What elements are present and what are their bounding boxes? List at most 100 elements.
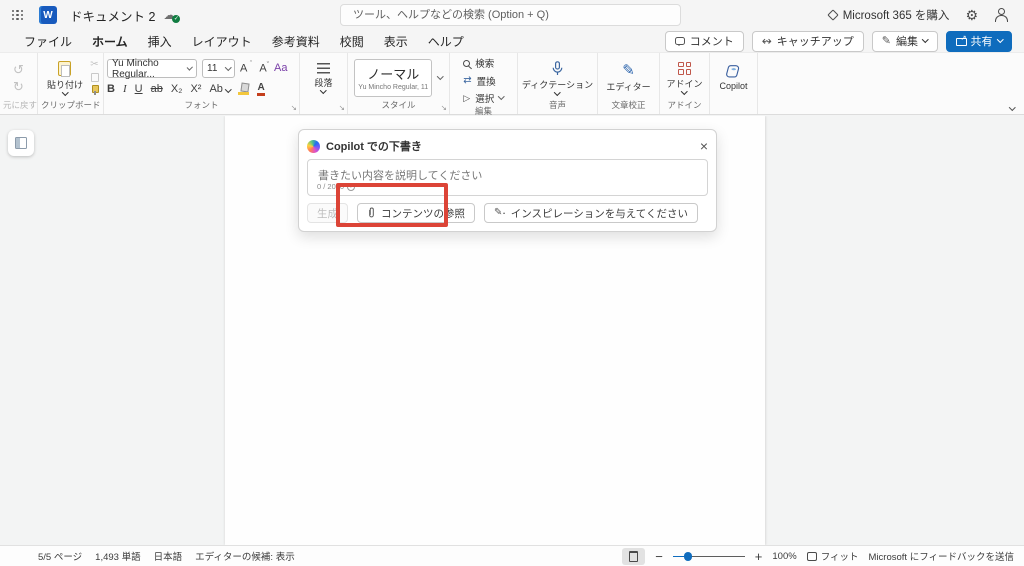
copilot-ribbon-button[interactable]: Copilot (714, 62, 752, 93)
document-canvas: Copilot での下書き × 0 / 2000 i 生成 コンテンツの参照 ✎… (0, 116, 1024, 545)
format-painter-icon[interactable] (90, 85, 99, 95)
menu-insert[interactable]: 挿入 (147, 30, 173, 53)
title-bar: W ドキュメント 2 ☁✓ Microsoft 365 を購入 ⚙ (0, 0, 1024, 30)
strikethrough-button[interactable]: ab (151, 84, 163, 95)
superscript-button[interactable]: X² (190, 84, 201, 95)
menu-references[interactable]: 参考資料 (271, 30, 321, 53)
share-button[interactable]: 共有 (946, 31, 1013, 52)
menu-help[interactable]: ヘルプ (427, 30, 465, 53)
italic-button[interactable]: I (123, 84, 127, 95)
paste-button[interactable]: 貼り付け (42, 59, 88, 97)
font-size-select[interactable]: 11 (202, 59, 235, 78)
text-effects-button[interactable]: Ab (209, 84, 230, 95)
menu-bar: ファイル ホーム 挿入 レイアウト 参考資料 校閲 表示 ヘルプ コメント ↭ … (0, 30, 1024, 52)
copy-icon[interactable] (91, 73, 99, 82)
style-normal-button[interactable]: ノーマル Yu Mincho Regular, 11 (354, 59, 432, 97)
styles-group: ノーマル Yu Mincho Regular, 11 スタイル ↘ (348, 53, 450, 114)
zoom-slider[interactable] (673, 551, 745, 561)
paragraph-button[interactable]: 段落 (309, 61, 337, 95)
dialog-launcher-icon[interactable]: ↘ (339, 104, 345, 112)
undo-icon[interactable]: ↺ (13, 63, 24, 76)
change-case-button[interactable]: Aa (274, 63, 287, 74)
grow-font-button[interactable]: A＾ (240, 62, 254, 75)
zoom-out-button[interactable]: − (655, 550, 663, 563)
addins-button[interactable]: アドイン (662, 60, 708, 96)
underline-button[interactable]: U (135, 84, 143, 95)
generate-label: 生成 (317, 206, 338, 221)
cut-scissors-icon[interactable]: ✂ (90, 60, 98, 70)
titlebar-right: Microsoft 365 を購入 ⚙ (829, 7, 1024, 23)
editor-button[interactable]: ✎ エディター (601, 61, 655, 95)
style-detail: Yu Mincho Regular, 11 (358, 84, 428, 91)
shrink-font-button[interactable]: Aˇ (259, 62, 269, 75)
styles-gallery-chevron-icon[interactable] (437, 73, 443, 79)
document-view-icon (629, 551, 638, 562)
chevron-down-icon (187, 64, 193, 70)
copilot-group-label (713, 99, 754, 114)
editor-label: エディター (606, 80, 650, 93)
ribbon: ↺ ↻ 元に戻す 貼り付け ✂ クリップボード Yu Mincho Regula… (0, 52, 1024, 115)
select-button[interactable]: ▷ 選択 (463, 91, 503, 105)
language-indicator[interactable]: 日本語 (154, 549, 183, 563)
catch-up-button[interactable]: ↭ キャッチアップ (752, 31, 864, 52)
addins-grid-icon (678, 62, 691, 75)
send-feedback-link[interactable]: Microsoft にフィードバックを送信 (869, 549, 1014, 563)
edit-pencil-icon: ✎ (882, 36, 891, 47)
status-bar: 5/5 ページ 1,493 単語 日本語 エディターの候補: 表示 − + 10… (0, 545, 1024, 566)
editing-group: 検索 ⇄ 置換 ▷ 選択 編集 (450, 53, 518, 114)
menu-view[interactable]: 表示 (383, 30, 409, 53)
replace-button[interactable]: ⇄ 置換 (463, 74, 495, 88)
comments-label: コメント (690, 33, 734, 49)
buy-microsoft365-label: Microsoft 365 を購入 (843, 7, 950, 23)
account-person-icon[interactable] (994, 8, 1008, 22)
caret-up-mark: ＾ (247, 62, 254, 69)
editor-suggestions[interactable]: エディターの候補: 表示 (195, 549, 295, 563)
paste-clipboard-icon (58, 61, 71, 76)
subscript-button[interactable]: X₂ (171, 84, 183, 95)
dictation-button[interactable]: ディクテーション (517, 59, 598, 97)
zoom-slider-knob[interactable] (684, 552, 693, 561)
search-input[interactable] (340, 4, 681, 26)
info-icon[interactable]: i (347, 183, 355, 191)
app-launcher-icon[interactable] (12, 10, 23, 21)
bold-button[interactable]: B (107, 84, 115, 95)
document-title[interactable]: ドキュメント 2 (70, 6, 155, 25)
font-name-select[interactable]: Yu Mincho Regular... (107, 59, 197, 78)
zoom-in-button[interactable]: + (755, 550, 763, 563)
reference-content-button[interactable]: コンテンツの参照 (357, 203, 475, 223)
copilot-input-wrap: 0 / 2000 i (307, 159, 708, 196)
font-color-button[interactable]: A (257, 82, 264, 96)
char-counter: 0 / 2000 i (317, 182, 355, 191)
collapse-ribbon-chevron-icon[interactable] (1009, 104, 1015, 110)
comments-button[interactable]: コメント (665, 31, 744, 52)
menu-layout[interactable]: レイアウト (191, 30, 253, 53)
highlight-pen-icon[interactable] (238, 83, 249, 95)
fit-page-button[interactable]: フィット (807, 549, 859, 563)
find-button[interactable]: 検索 (463, 56, 494, 70)
word-logo-letter: W (43, 10, 52, 21)
menu-home[interactable]: ホーム (91, 30, 129, 53)
search-icon (463, 60, 470, 67)
settings-gear-icon[interactable]: ⚙ (965, 8, 978, 22)
font-name-value: Yu Mincho Regular... (112, 58, 184, 80)
statusbar-left: 5/5 ページ 1,493 単語 日本語 エディターの候補: 表示 (0, 549, 295, 563)
find-label: 検索 (475, 56, 494, 70)
zoom-level[interactable]: 100% (772, 551, 796, 562)
copilot-prompt-input[interactable] (307, 159, 708, 196)
navigation-pane-toggle-button[interactable] (8, 130, 34, 156)
word-count[interactable]: 1,493 単語 (95, 549, 140, 563)
inspire-me-button[interactable]: ✎˖ インスピレーションを与えてください (484, 203, 698, 223)
redo-icon[interactable]: ↻ (13, 80, 24, 93)
menu-file[interactable]: ファイル (23, 30, 73, 53)
generate-button[interactable]: 生成 (307, 203, 348, 223)
page-indicator[interactable]: 5/5 ページ (38, 549, 82, 563)
dialog-launcher-icon[interactable]: ↘ (291, 104, 297, 112)
buy-microsoft365-button[interactable]: Microsoft 365 を購入 (829, 7, 950, 23)
editing-mode-button[interactable]: ✎ 編集 (872, 31, 938, 52)
dialog-launcher-icon[interactable]: ↘ (441, 104, 447, 112)
word-app-icon[interactable]: W (39, 6, 57, 24)
print-layout-view-button[interactable] (622, 548, 645, 565)
menu-review[interactable]: 校閲 (339, 30, 365, 53)
close-icon[interactable]: × (700, 139, 708, 153)
voice-group: ディクテーション 音声 (518, 53, 598, 114)
